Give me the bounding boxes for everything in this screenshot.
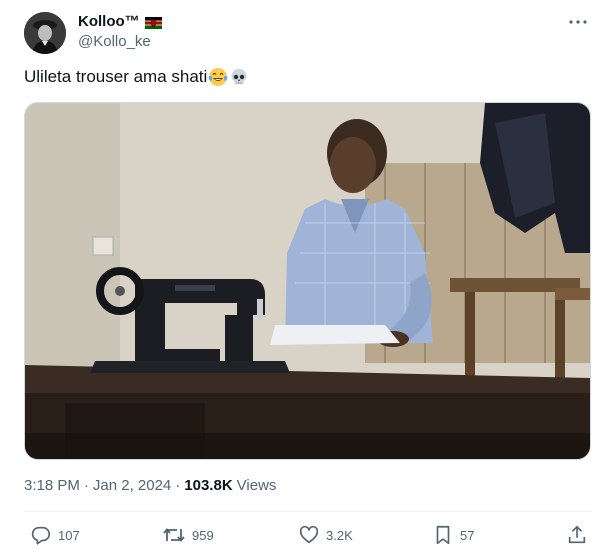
tweet-time[interactable]: 3:18 PM — [24, 477, 80, 494]
meta-separator-2: · — [175, 477, 181, 494]
reply-icon — [31, 526, 51, 545]
repost-button[interactable]: 959 — [162, 524, 214, 546]
more-dots-icon — [569, 20, 587, 24]
tweet-text: Ulileta trouser ama shati — [24, 66, 249, 88]
heart-icon — [299, 525, 319, 544]
kenya-flag-icon — [144, 16, 162, 29]
like-count: 3.2K — [326, 527, 353, 543]
action-bar: 107 959 3.2K 57 — [0, 520, 612, 552]
like-button[interactable]: 3.2K — [298, 524, 353, 546]
repost-count: 959 — [192, 527, 214, 543]
author-name-row[interactable]: Kolloo™ — [78, 13, 162, 30]
tweet-media-photo[interactable] — [24, 102, 591, 460]
bookmark-count: 57 — [460, 527, 475, 543]
face-with-tears-of-joy-icon — [208, 67, 228, 87]
repost-icon — [163, 528, 185, 542]
bookmark-button[interactable]: 57 — [432, 524, 474, 546]
share-icon — [568, 525, 586, 544]
views-count[interactable]: 103.8K — [184, 477, 232, 494]
display-name[interactable]: Kolloo™ — [78, 13, 140, 30]
tweet-card: Kolloo™ @Kollo_ke Ulileta trouser ama sh… — [0, 0, 612, 560]
meta-separator: · — [83, 477, 89, 494]
user-handle[interactable]: @Kollo_ke — [78, 33, 151, 50]
views-label: Views — [236, 477, 277, 494]
divider — [24, 511, 592, 512]
avatar[interactable] — [24, 12, 66, 54]
skull-icon — [229, 67, 249, 87]
share-button[interactable] — [566, 524, 588, 546]
bookmark-icon — [436, 525, 450, 545]
tweet-text-content: Ulileta trouser ama shati — [24, 67, 208, 86]
reply-button[interactable]: 107 — [30, 524, 80, 546]
tweet-date[interactable]: Jan 2, 2024 — [93, 477, 171, 494]
reply-count: 107 — [58, 527, 80, 543]
tweet-meta: 3:18 PM · Jan 2, 2024 · 103.8K Views — [24, 477, 276, 494]
more-options-button[interactable] — [564, 12, 592, 32]
